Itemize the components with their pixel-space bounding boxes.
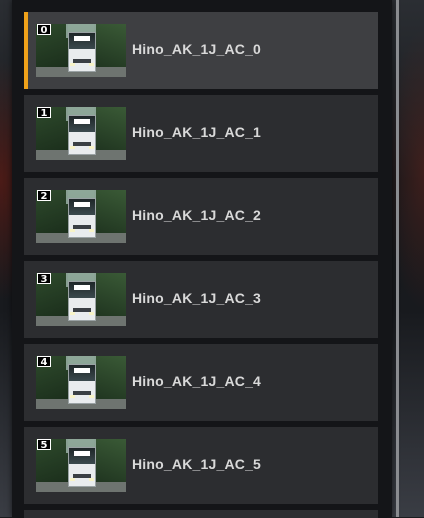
list-item[interactable]: 5 Hino_AK_1J_AC_5 xyxy=(24,427,378,504)
item-label: Hino_AK_1J_AC_0 xyxy=(132,41,262,57)
item-label: Hino_AK_1J_AC_5 xyxy=(132,456,262,472)
item-index-badge: 4 xyxy=(37,356,51,368)
item-index-badge: 3 xyxy=(37,273,51,285)
list-item[interactable]: 3 Hino_AK_1J_AC_3 xyxy=(24,261,378,338)
list-item[interactable]: 4 Hino_AK_1J_AC_4 xyxy=(24,344,378,421)
item-index-badge: 2 xyxy=(37,190,51,202)
list-item[interactable]: 1 Hino_AK_1J_AC_1 xyxy=(24,95,378,172)
item-label: Hino_AK_1J_AC_1 xyxy=(132,124,262,140)
skin-list: 0 Hino_AK_1J_AC_0 1 Hino_AK_1J_AC_1 2 Hi… xyxy=(24,12,378,518)
scrollbar[interactable] xyxy=(396,0,399,517)
list-item[interactable]: 2 Hino_AK_1J_AC_2 xyxy=(24,178,378,255)
item-index-badge: 5 xyxy=(37,439,51,451)
item-label: Hino_AK_1J_AC_2 xyxy=(132,207,262,223)
list-item[interactable]: 0 Hino_AK_1J_AC_0 xyxy=(24,12,378,89)
item-label: Hino_AK_1J_AC_4 xyxy=(132,373,262,389)
item-index-badge: 0 xyxy=(37,24,51,36)
item-index-badge: 1 xyxy=(37,107,51,119)
item-label: Hino_AK_1J_AC_3 xyxy=(132,290,262,306)
